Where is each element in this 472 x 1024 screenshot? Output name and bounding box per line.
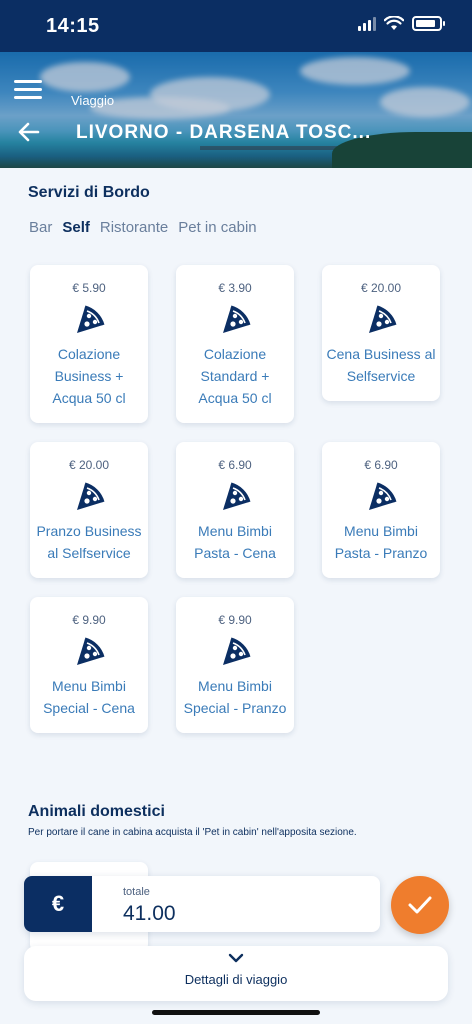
- service-name: Colazione Business + Acqua 50 cl: [30, 343, 148, 423]
- service-price: € 20.00: [322, 281, 440, 295]
- home-indicator: [152, 1010, 320, 1015]
- tab-self[interactable]: Self: [62, 219, 90, 236]
- pizza-slice-icon: [73, 304, 105, 336]
- service-name: Colazione Standard + Acqua 50 cl: [176, 343, 294, 423]
- service-card[interactable]: € 9.90 Menu Bimbi Special - Pranzo: [176, 597, 294, 733]
- header-subtitle: Viaggio: [71, 93, 114, 108]
- service-price: € 5.90: [30, 281, 148, 295]
- wifi-icon: [384, 16, 404, 31]
- service-card[interactable]: € 20.00 Pranzo Business al Selfservice: [30, 442, 148, 578]
- service-price: € 9.90: [30, 613, 148, 627]
- pizza-slice-icon: [219, 304, 251, 336]
- pets-section-title: Animali domestici: [28, 803, 165, 821]
- back-arrow-icon[interactable]: [18, 122, 40, 142]
- menu-icon[interactable]: [14, 80, 42, 100]
- service-card[interactable]: € 9.90 Menu Bimbi Special - Cena: [30, 597, 148, 733]
- service-card[interactable]: € 20.00 Cena Business al Selfservice: [322, 265, 440, 401]
- service-price: € 3.90: [176, 281, 294, 295]
- route-title: LIVORNO - DARSENA TOSC...: [76, 122, 371, 144]
- status-time: 14:15: [46, 15, 100, 38]
- onboard-services-title: Servizi di Bordo: [28, 184, 150, 202]
- service-name: Menu Bimbi Pasta - Cena: [176, 520, 294, 578]
- service-price: € 6.90: [322, 458, 440, 472]
- status-icons: [358, 16, 442, 31]
- trip-details-label: Dettagli di viaggio: [24, 972, 448, 987]
- service-name: Menu Bimbi Special - Pranzo: [176, 675, 294, 733]
- service-card[interactable]: € 3.90 Colazione Standard + Acqua 50 cl: [176, 265, 294, 423]
- checkmark-icon: [407, 895, 433, 915]
- pizza-slice-icon: [219, 481, 251, 513]
- service-price: € 9.90: [176, 613, 294, 627]
- service-name: Pranzo Business al Selfservice: [30, 520, 148, 578]
- tab-bar[interactable]: Bar: [29, 219, 52, 236]
- service-card[interactable]: € 6.90 Menu Bimbi Pasta - Pranzo: [322, 442, 440, 578]
- service-name: Menu Bimbi Pasta - Pranzo: [322, 520, 440, 578]
- pizza-slice-icon: [365, 304, 397, 336]
- pets-section-description: Per portare il cane in cabina acquista i…: [28, 827, 357, 838]
- service-tabs: Bar Self Ristorante Pet in cabin: [29, 219, 257, 236]
- service-name: Cena Business al Selfservice: [322, 343, 440, 401]
- chevron-down-icon: [228, 952, 244, 964]
- pizza-slice-icon: [219, 636, 251, 668]
- battery-icon: [412, 16, 442, 31]
- service-card[interactable]: € 6.90 Menu Bimbi Pasta - Cena: [176, 442, 294, 578]
- pizza-slice-icon: [73, 481, 105, 513]
- confirm-button[interactable]: [391, 876, 449, 934]
- service-price: € 20.00: [30, 458, 148, 472]
- service-price: € 6.90: [176, 458, 294, 472]
- pizza-slice-icon: [365, 481, 397, 513]
- trip-header: Viaggio LIVORNO - DARSENA TOSC...: [0, 52, 472, 168]
- service-name: Menu Bimbi Special - Cena: [30, 675, 148, 733]
- total-summary: € totale 41.00: [24, 876, 380, 932]
- total-label: totale: [123, 886, 150, 898]
- tab-ristorante[interactable]: Ristorante: [100, 219, 168, 236]
- service-card[interactable]: € 5.90 Colazione Business + Acqua 50 cl: [30, 265, 148, 423]
- cellular-signal-icon: [358, 17, 376, 31]
- tab-pet-in-cabin[interactable]: Pet in cabin: [178, 219, 256, 236]
- status-bar: 14:15: [0, 0, 472, 52]
- pizza-slice-icon: [73, 636, 105, 668]
- trip-details-button[interactable]: Dettagli di viaggio: [24, 946, 448, 1001]
- currency-badge: €: [24, 876, 92, 932]
- total-amount: 41.00: [123, 902, 176, 926]
